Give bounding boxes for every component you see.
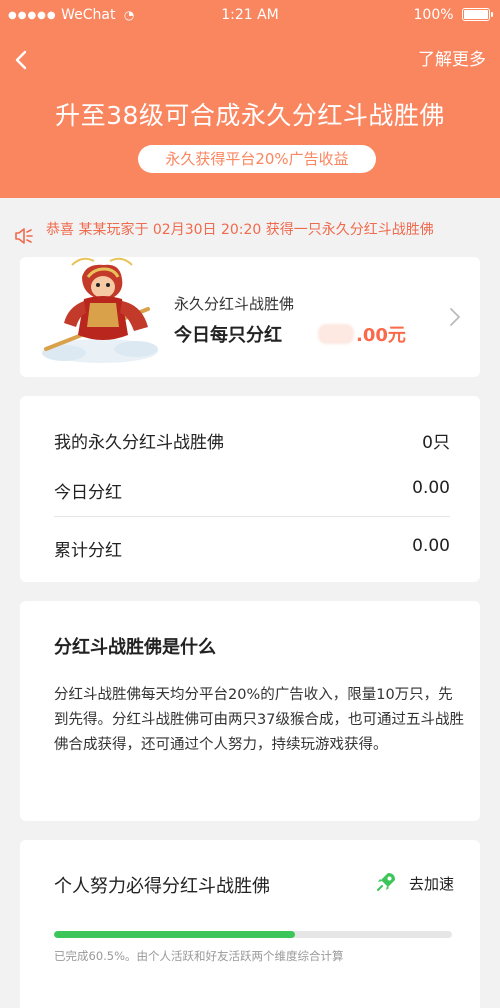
chevron-right-icon[interactable] <box>448 305 462 329</box>
product-name: 永久分红斗战胜佛 <box>174 295 295 313</box>
about-card: 分红斗战胜佛是什么 分红斗战胜佛每天均分平台20%的广告收入，限量10万只，先到… <box>20 601 480 821</box>
product-card[interactable]: 永久分红斗战胜佛 今日每只分红 .00元 <box>20 257 480 377</box>
stat-row-total: 累计分红 0.00 <box>54 536 450 561</box>
section-title: 分红斗战胜佛是什么 <box>54 637 216 658</box>
battery-icon <box>462 8 493 21</box>
speed-up-label: 去加速 <box>408 875 454 893</box>
stat-label: 今日分红 <box>54 483 122 503</box>
stat-row-today: 今日分红 0.00 <box>54 478 450 503</box>
page-title: 升至38级可合成永久分红斗战胜佛 <box>55 101 445 130</box>
progress-fill <box>54 931 295 938</box>
stat-value: 0只 <box>422 433 450 453</box>
section-title: 个人努力必得分红斗战胜佛 <box>54 876 270 897</box>
battery-percent: 100% <box>413 7 454 23</box>
divider <box>54 516 450 517</box>
effort-card: 个人努力必得分红斗战胜佛 去加速 已完成60.5%。由个人活跃和好友活跃两个维度… <box>20 840 480 1008</box>
speaker-icon <box>14 221 34 250</box>
learn-more-link[interactable]: 了解更多 <box>418 48 486 72</box>
dividend-amount: .00元 <box>356 325 406 346</box>
header: ●●●●● WeChat ◔ 1:21 AM 100% 了解更多 升至38级可合… <box>0 0 500 198</box>
stat-label: 我的永久分红斗战胜佛 <box>54 433 224 453</box>
today-dividend-label: 今日每只分红 <box>174 325 282 346</box>
stats-card: 我的永久分红斗战胜佛 0只 今日分红 0.00 累计分红 0.00 <box>20 396 480 582</box>
stat-row-owned: 我的永久分红斗战胜佛 0只 <box>54 428 450 453</box>
stat-value: 0.00 <box>412 536 450 556</box>
about-description: 分红斗战胜佛每天均分平台20%的广告收入，限量10万只，先到先得。分红斗战胜佛可… <box>54 687 464 753</box>
today-dividend-value: .00元 <box>318 321 406 347</box>
monkey-king-image <box>24 257 174 367</box>
announcement-text: 恭喜 某某玩家于 02月30日 20:20 获得一只永久分红斗战胜佛 <box>46 222 434 238</box>
back-icon[interactable] <box>10 48 34 72</box>
progress-note: 已完成60.5%。由个人活跃和好友活跃两个维度综合计算 <box>54 949 344 963</box>
announcement-bar: 恭喜 某某玩家于 02月30日 20:20 获得一只永久分红斗战胜佛 <box>0 210 500 250</box>
rocket-icon <box>377 873 396 891</box>
stat-value: 0.00 <box>412 478 450 498</box>
progress-bar <box>54 931 452 938</box>
subtitle-badge: 永久获得平台20%广告收益 <box>138 145 376 173</box>
blurred-amount <box>318 324 354 344</box>
stat-label: 累计分红 <box>54 541 122 561</box>
status-bar: ●●●●● WeChat ◔ 1:21 AM 100% <box>0 0 500 30</box>
speed-up-button[interactable]: 去加速 <box>374 870 454 896</box>
